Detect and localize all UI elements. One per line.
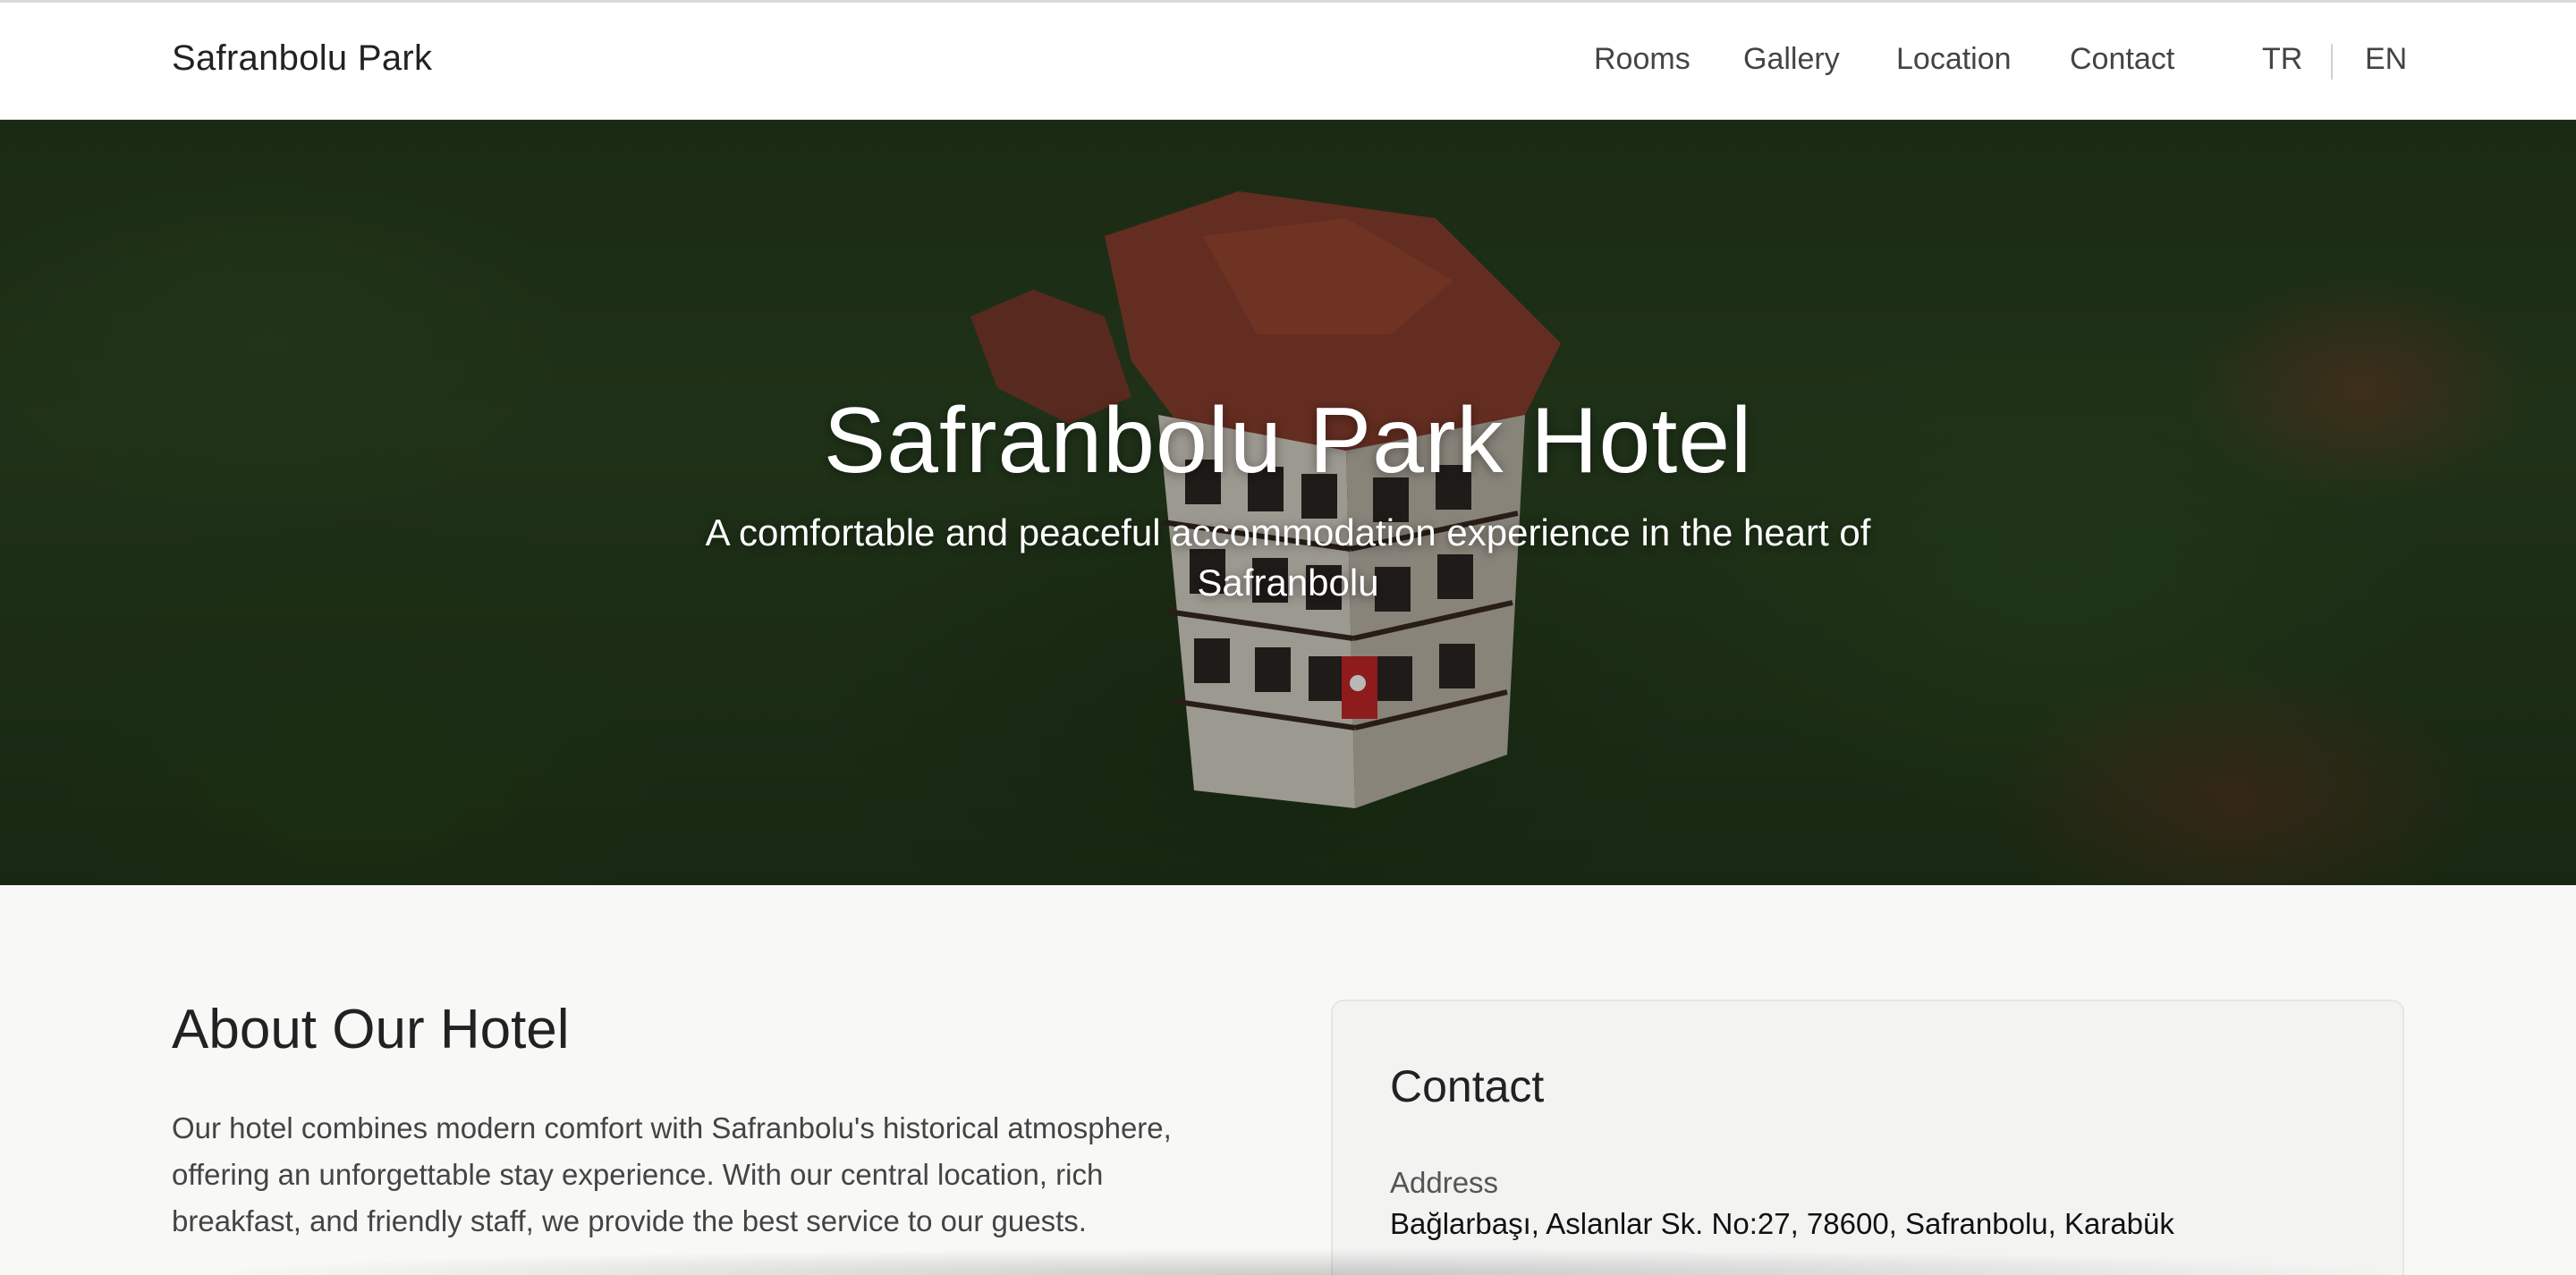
language-tr-link[interactable]: TR <box>2262 42 2302 77</box>
hero-title: Safranbolu Park Hotel <box>823 389 1753 493</box>
about-title: About Our Hotel <box>172 999 570 1060</box>
about-text: Our hotel combines modern comfort with S… <box>172 1111 1172 1237</box>
main-nav: Rooms Gallery Location Contact TR EN <box>0 42 2576 81</box>
language-en-link[interactable]: EN <box>2365 42 2407 77</box>
address-value: Bağlarbaşı, Aslanlar Sk. No:27, 78600, S… <box>1390 1207 2174 1240</box>
nav-link-gallery[interactable]: Gallery <box>1743 42 1840 77</box>
hero-section: Safranbolu Park Hotel A comfortable and … <box>0 120 2576 885</box>
language-divider <box>2331 44 2333 80</box>
nav-link-location[interactable]: Location <box>1896 42 2012 77</box>
nav-link-rooms[interactable]: Rooms <box>1594 42 1690 77</box>
site-header: Safranbolu Park Rooms Gallery Location C… <box>0 0 2576 120</box>
hero-subtitle: A comfortable and peaceful accommodation… <box>705 511 1871 604</box>
address-label: Address <box>1390 1166 1499 1199</box>
contact-card: Contact Address Bağlarbaşı, Aslanlar Sk.… <box>1331 1000 2404 1275</box>
nav-link-contact[interactable]: Contact <box>2070 42 2174 77</box>
hero-overlay <box>0 120 2576 885</box>
contact-title: Contact <box>1390 1061 1545 1111</box>
page: Safranbolu Park Rooms Gallery Location C… <box>0 0 2576 1275</box>
